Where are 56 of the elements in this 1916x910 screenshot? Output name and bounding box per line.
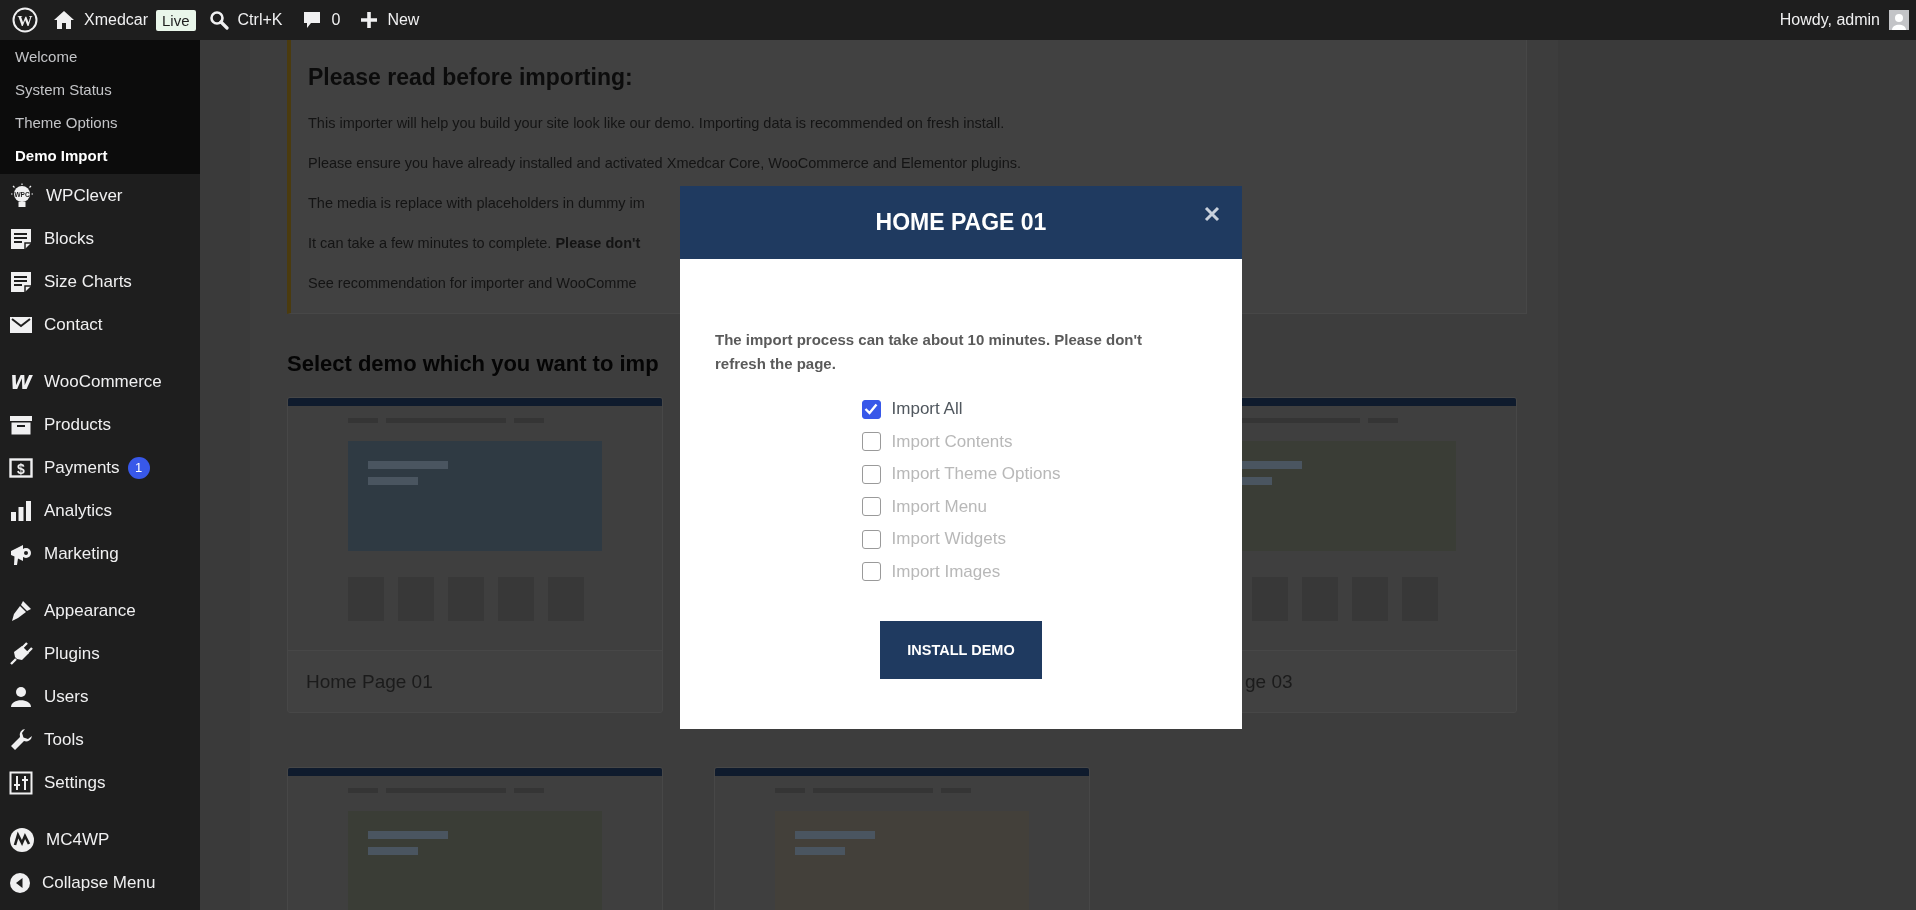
sidebar-menu-item[interactable]: Marketing (0, 532, 200, 575)
sidebar-menu-item[interactable]: Collapse Menu (0, 861, 200, 904)
document-icon (9, 269, 33, 294)
sidebar-menu-item[interactable]: Contact (0, 303, 200, 346)
plus-icon (360, 11, 379, 29)
option-label: Import All (891, 399, 963, 420)
option-label: Import Widgets (891, 529, 1006, 550)
dollar-card-icon: $ (9, 455, 33, 480)
document-icon (9, 226, 33, 251)
plug-icon (9, 641, 33, 666)
home-icon (53, 10, 75, 30)
submenu-item[interactable]: System Status (0, 73, 200, 106)
count-badge: 1 (127, 456, 150, 479)
checkbox[interactable] (861, 399, 881, 419)
sidebar-menu-item[interactable]: Products (0, 403, 200, 446)
speech-bubble-icon (302, 10, 323, 30)
comments-link[interactable]: 0 (302, 10, 341, 30)
new-content-button[interactable]: New (360, 11, 420, 29)
sidebar-menu-item[interactable]: Plugins (0, 632, 200, 675)
live-badge: Live (156, 9, 196, 31)
submenu-item[interactable]: Theme Options (0, 106, 200, 139)
sidebar-menu-item[interactable]: Tools (0, 718, 200, 761)
submenu-item[interactable]: Welcome (0, 40, 200, 73)
close-icon[interactable] (1204, 206, 1220, 222)
checkmark-icon (864, 403, 879, 416)
woo-logo-icon: W (9, 369, 33, 394)
option-label: Import Menu (891, 496, 987, 517)
search-button[interactable]: Ctrl+K (208, 10, 283, 30)
sidebar-menu-item[interactable]: Analytics (0, 489, 200, 532)
user-icon (9, 684, 33, 709)
bar-chart-icon (9, 498, 33, 523)
sidebar-menu-item[interactable]: Size Charts (0, 260, 200, 303)
paintbrush-icon (9, 598, 33, 623)
mc4wp-logo-icon (9, 826, 35, 853)
dialog-message: The import process can take about 10 minutes. Please don't refresh the page. (715, 330, 1144, 374)
sidebar-menu-item[interactable]: Settings (0, 761, 200, 804)
sidebar-menu-item[interactable]: Blocks (0, 217, 200, 260)
wrench-icon (9, 727, 33, 752)
search-icon (208, 10, 229, 30)
sidebar-menu-item[interactable]: W WooCommerce (0, 360, 200, 403)
sliders-icon (9, 770, 33, 795)
account-menu[interactable]: Howdy, admin (1779, 10, 1909, 30)
option-label: Import Images (891, 561, 1001, 582)
sidebar-menu-item[interactable]: Users (0, 675, 200, 718)
sidebar-menu-item[interactable]: $ Payments 1 (0, 446, 200, 489)
option-label: Import Contents (891, 431, 1013, 452)
sidebar-menu-item[interactable]: MC4WP (0, 818, 200, 861)
avatar-icon (1889, 10, 1909, 30)
submenu-item[interactable]: Demo Import (0, 139, 200, 172)
wordpress-logo-icon[interactable]: W (12, 7, 38, 33)
section-heading: Select demo which you want to imp (287, 350, 659, 378)
site-link[interactable]: Xmedcar (53, 10, 149, 30)
dialog-title: HOME PAGE 01 (875, 209, 1047, 236)
option-label: Import Theme Options (891, 464, 1061, 485)
sidebar-menu-item[interactable]: Appearance (0, 589, 200, 632)
install-demo-button[interactable]: INSTALL DEMO (880, 621, 1042, 679)
